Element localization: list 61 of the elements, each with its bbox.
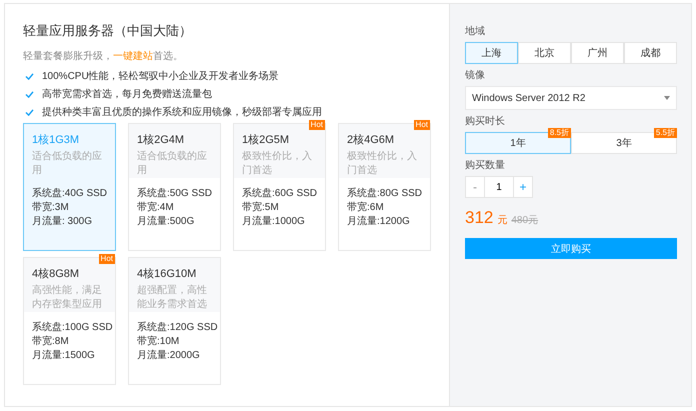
price: 312 <box>465 208 494 228</box>
plan-spec: 月流量:1200G <box>347 215 411 229</box>
plan-name: 1核1G3M <box>32 133 80 147</box>
discount-badge: 5.5折 <box>654 128 677 138</box>
plan-spec: 带宽:3M <box>32 201 70 215</box>
plan-description: 极致性价比，入门首选 <box>347 150 418 178</box>
plan-spec: 系统盘:40G SSD <box>32 187 108 201</box>
feature-text: 高带宽需求首选，每月免费赠送流量包 <box>42 88 212 101</box>
plan-name: 1核2G4M <box>137 133 186 147</box>
original-price: 480元 <box>511 214 538 227</box>
plan-card[interactable]: 1核1G3M 适合低负载的应用 系统盘:40G SSD 带宽:3M 月流量: 300G <box>23 123 116 251</box>
plan-spec: 月流量:500G <box>137 215 196 229</box>
region-label: 地域 <box>465 24 486 38</box>
duration-label: 购买时长 <box>465 114 506 128</box>
image-label: 镜像 <box>465 68 486 82</box>
plan-spec: 月流量:2000G <box>137 349 201 363</box>
feature-text: 提供种类丰富且优质的操作系统和应用镜像，秒级部署专属应用 <box>42 106 322 119</box>
plan-description: 高强性能，满足内存密集型应用 <box>32 284 103 312</box>
plan-description: 适合低负载的应用 <box>32 150 103 178</box>
check-icon <box>25 108 34 116</box>
plan-spec: 带宽:6M <box>347 201 385 215</box>
plan-spec: 带宽:8M <box>32 335 70 349</box>
plan-spec: 系统盘:50G SSD <box>137 187 214 201</box>
plan-description: 极致性价比，入门首选 <box>242 150 313 178</box>
plan-card[interactable]: 1核2G4M 适合低负载的应用 系统盘:50G SSD 带宽:4M 月流量:500G <box>128 123 221 251</box>
image-dropdown[interactable]: Windows Server 2012 R2 <box>465 86 677 110</box>
plan-card[interactable]: Hot 1核2G5M 极致性价比，入门首选 系统盘:60G SSD 带宽:5M 月流量:1000G <box>233 123 326 251</box>
plan-name: 4核8G8M <box>32 267 80 281</box>
plan-spec: 月流量:1500G <box>32 349 96 363</box>
region-option[interactable]: 上海 <box>465 42 518 64</box>
plan-card[interactable]: 4核16G10M 超强配置，高性能业务需求首选 系统盘:120G SSD 带宽:10M 月流量:2000G <box>128 257 221 385</box>
plan-name: 1核2G5M <box>242 133 290 147</box>
hot-badge: Hot <box>414 120 430 130</box>
quantity-field[interactable]: 1 <box>485 176 513 198</box>
caret-icon <box>664 96 670 100</box>
price-unit: 元 <box>497 214 508 227</box>
check-icon <box>25 72 34 80</box>
plan-spec: 带宽:10M <box>137 335 180 349</box>
plan-spec: 系统盘:60G SSD <box>242 187 318 201</box>
plan-spec: 月流量: 300G <box>32 215 94 229</box>
subtitle: 轻量套餐膨胀升级，一键建站首选。 <box>23 50 184 63</box>
region-option[interactable]: 广州 <box>571 42 624 64</box>
hot-badge: Hot <box>98 254 115 264</box>
plan-spec: 系统盘:80G SSD <box>347 187 424 201</box>
feature-text: 100%CPU性能，轻松驾驭中小企业及开发者业务场景 <box>42 70 279 83</box>
plan-description: 适合低负载的应用 <box>137 150 208 178</box>
plan-name: 2核4G6M <box>347 133 396 147</box>
discount-badge: 8.5折 <box>548 128 571 138</box>
hot-badge: Hot <box>308 120 325 130</box>
region-option[interactable]: 成都 <box>624 42 677 64</box>
plan-name: 4核16G10M <box>137 267 198 281</box>
plan-description: 超强配置，高性能业务需求首选 <box>137 284 208 312</box>
quantity-label: 购买数量 <box>465 159 506 172</box>
check-icon <box>25 90 34 98</box>
plan-spec: 带宽:4M <box>137 201 175 215</box>
plan-spec: 月流量:1000G <box>242 215 306 229</box>
page-title: 轻量应用服务器（中国大陆） <box>23 22 193 40</box>
plan-spec: 带宽:5M <box>242 201 280 215</box>
plan-card[interactable]: Hot 4核8G8M 高强性能，满足内存密集型应用 系统盘:100G SSD 带宽:8M 月流量:1500G <box>23 257 116 385</box>
region-option[interactable]: 北京 <box>518 42 571 64</box>
plan-card[interactable]: Hot 2核4G6M 极致性价比，入门首选 系统盘:80G SSD 带宽:6M 月流量:1200G <box>338 123 431 251</box>
